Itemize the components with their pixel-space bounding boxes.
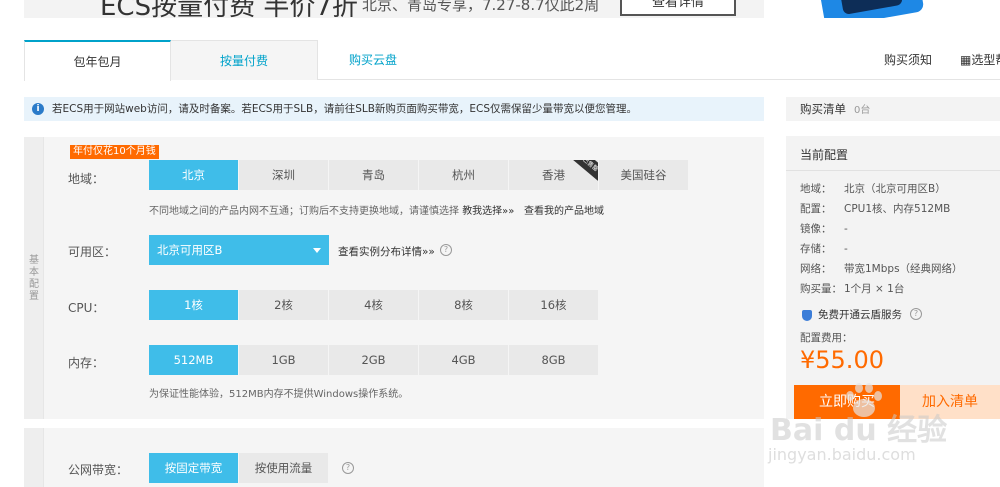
- info-icon: i: [32, 103, 44, 115]
- memory-option-2gb[interactable]: 2GB: [329, 345, 419, 375]
- region-option-silicon-valley[interactable]: 美国硅谷: [599, 160, 689, 190]
- memory-hint: 为保证性能体验，512MB内存不提供Windows操作系统。: [149, 389, 409, 400]
- cpu-label: CPU：: [68, 301, 105, 315]
- my-regions-link[interactable]: 查看我的产品地域: [524, 206, 604, 217]
- cpu-option-8[interactable]: 8核: [419, 290, 509, 320]
- notice-text: 若ECS用于网站web访问，请及时备案。若ECS用于SLB，请前往SLB新购页面…: [52, 103, 638, 115]
- selection-guide-label: 选型帮: [971, 53, 1000, 67]
- config-price: ¥55.00: [800, 346, 884, 374]
- tab-pay-as-you-go[interactable]: 按量付费: [171, 40, 318, 80]
- zone-select-value: 北京可用区B: [157, 243, 223, 257]
- divider: [786, 170, 1000, 171]
- config-item-spec: 配置： CPU1核、内存512MB: [800, 203, 951, 215]
- instance-distribution-link[interactable]: 查看实例分布详情»»: [338, 244, 435, 259]
- cpu-option-1[interactable]: 1核: [149, 290, 239, 320]
- config-item-region: 地域： 北京（北京可用区B）: [800, 183, 946, 195]
- region-option-label: 香港: [542, 168, 565, 182]
- memory-option-512mb[interactable]: 512MB: [149, 345, 239, 375]
- tab-buy-cloud-disk[interactable]: 购买云盘: [318, 40, 428, 80]
- sold-out-badge: 已售罄: [568, 160, 598, 185]
- cpu-option-16[interactable]: 16核: [509, 290, 599, 320]
- memory-option-1gb[interactable]: 1GB: [239, 345, 329, 375]
- buy-now-button[interactable]: 立即购买: [794, 385, 900, 419]
- region-hint-text: 不同地域之间的产品内网不互通；订购后不支持更换地域，请谨慎选择: [149, 206, 459, 217]
- region-label: 地域：: [68, 172, 105, 186]
- zone-select[interactable]: 北京可用区B: [149, 235, 329, 265]
- config-fee-label: 配置费用：: [800, 332, 853, 344]
- bandwidth-label: 公网带宽：: [68, 463, 129, 477]
- config-item-storage: 存储： -: [800, 243, 848, 255]
- region-option-qingdao[interactable]: 青岛: [329, 160, 419, 190]
- filing-notice: i 若ECS用于网站web访问，请及时备案。若ECS用于SLB，请前往SLB新购…: [24, 97, 764, 121]
- add-to-list-button[interactable]: 加入清单: [900, 385, 1000, 419]
- purchase-notice-link[interactable]: 购买须知: [884, 40, 932, 80]
- bandwidth-fixed-option[interactable]: 按固定带宽: [149, 453, 239, 483]
- calculator-icon: ▦: [960, 53, 972, 67]
- billing-tabs: 包年包月 按量付费 购买云盘 购买须知 ▦选型帮: [24, 40, 1000, 81]
- region-hint: 不同地域之间的产品内网不互通；订购后不支持更换地域，请谨慎选择 教我选择»» 查…: [149, 202, 604, 217]
- region-option-shenzhen[interactable]: 深圳: [239, 160, 329, 190]
- banner-illustration: [800, 0, 940, 18]
- purchase-list[interactable]: 购买清单 0台: [786, 97, 1000, 121]
- panel2-side-bar: [24, 428, 44, 487]
- zone-label: 可用区：: [68, 245, 117, 259]
- help-icon[interactable]: ?: [440, 244, 452, 256]
- banner-details-button[interactable]: 查看详情: [620, 0, 736, 16]
- region-option-hangzhou[interactable]: 杭州: [419, 160, 509, 190]
- banner-title: ECS按量付费 半价7折: [100, 0, 358, 18]
- bandwidth-traffic-option[interactable]: 按使用流量: [239, 453, 329, 483]
- current-config-title: 当前配置: [800, 148, 849, 162]
- cpu-option-4[interactable]: 4核: [329, 290, 419, 320]
- region-options: 北京 深圳 青岛 杭州 香港 已售罄 美国硅谷: [149, 160, 689, 190]
- selection-guide-link[interactable]: ▦选型帮: [960, 40, 1000, 80]
- help-icon[interactable]: ?: [910, 308, 922, 320]
- network-config-panel: [24, 428, 764, 487]
- free-cloud-shield-service: 免费开通云盾服务: [818, 309, 902, 321]
- current-config-box: 当前配置 地域： 北京（北京可用区B） 配置： CPU1核、内存512MB 镜像： -…: [786, 136, 1000, 419]
- purchase-list-label: 购买清单: [800, 102, 846, 116]
- config-item-quantity: 购买量： 1个月 × 1台: [800, 283, 905, 295]
- purchase-list-count: 0台: [854, 105, 871, 116]
- watermark-url: jingyan.baidu.com: [768, 445, 916, 464]
- memory-option-8gb[interactable]: 8GB: [509, 345, 599, 375]
- bandwidth-options: 按固定带宽 按使用流量: [149, 453, 329, 483]
- panel-side-bar: 基本配置: [24, 137, 44, 419]
- caret-down-icon: [313, 248, 321, 253]
- cpu-options: 1核 2核 4核 8核 16核: [149, 290, 599, 320]
- region-option-beijing[interactable]: 北京: [149, 160, 239, 190]
- region-option-hongkong[interactable]: 香港 已售罄: [509, 160, 599, 190]
- promo-banner: ECS按量付费 半价7折 北京、青岛专享，7.27-8.7仅此2周 查看详情: [24, 0, 764, 18]
- memory-options: 512MB 1GB 2GB 4GB 8GB: [149, 345, 599, 375]
- memory-option-4gb[interactable]: 4GB: [419, 345, 509, 375]
- panel-side-label: 基本配置: [29, 255, 39, 302]
- memory-label: 内存：: [68, 356, 105, 370]
- cpu-option-2[interactable]: 2核: [239, 290, 329, 320]
- banner-subtitle: 北京、青岛专享，7.27-8.7仅此2周: [362, 0, 600, 14]
- teach-me-link[interactable]: 教我选择»»: [462, 206, 514, 217]
- help-icon[interactable]: ?: [342, 462, 354, 474]
- shield-icon: [802, 310, 812, 321]
- tab-yearly-monthly[interactable]: 包年包月: [24, 40, 171, 81]
- config-item-image: 镜像： -: [800, 223, 848, 235]
- promo-tag: 年付仅花10个月钱: [70, 145, 159, 159]
- config-item-network: 网络： 带宽1Mbps（经典网络）: [800, 263, 963, 275]
